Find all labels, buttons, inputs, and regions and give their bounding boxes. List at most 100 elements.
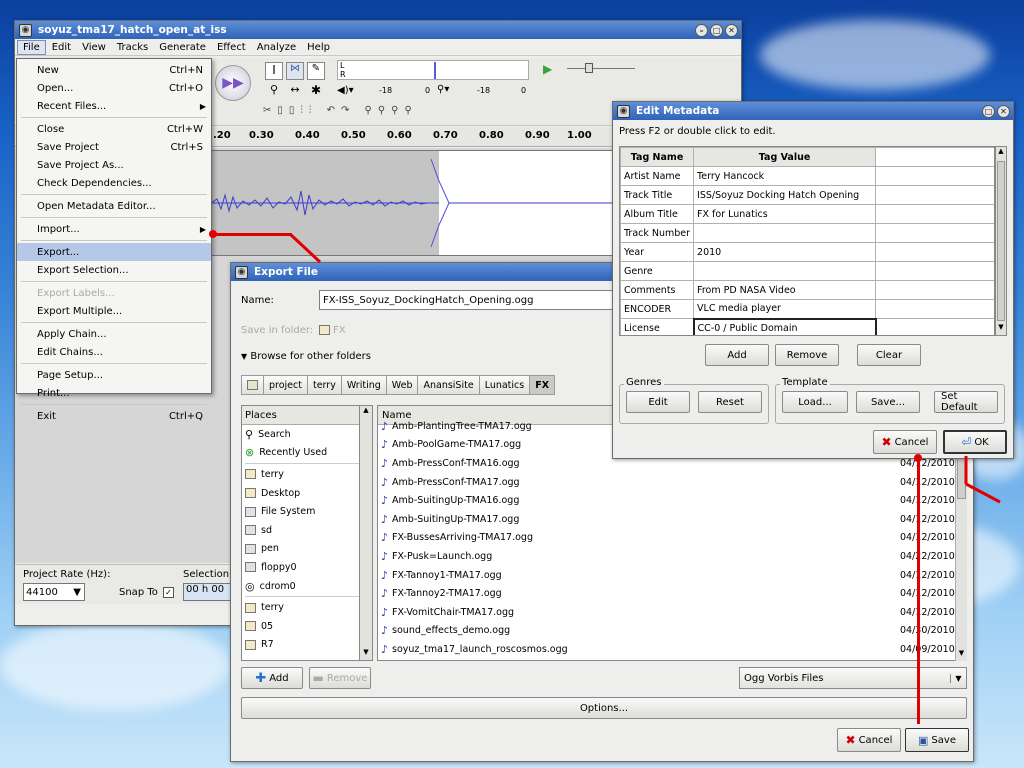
path-crumb[interactable]: Web	[385, 375, 419, 395]
place-item[interactable]: ⊗ Recently Used	[242, 444, 372, 463]
minimize-icon[interactable]: –	[695, 23, 708, 37]
menu-effect[interactable]: Effect	[212, 41, 251, 54]
playback-meter[interactable]: L R	[337, 60, 529, 80]
template-load-button[interactable]: Load...	[782, 391, 848, 413]
menu-file[interactable]: File	[17, 39, 46, 55]
place-item[interactable]: floppy0	[242, 558, 372, 577]
metadata-row[interactable]: Genre	[620, 261, 994, 281]
file-menu-item[interactable]: Export...	[17, 243, 211, 261]
tag-value-cell[interactable]: CC-0 / Public Domain	[692, 317, 877, 335]
file-menu-item[interactable]: Edit Chains...	[17, 343, 211, 361]
menu-tracks[interactable]: Tracks	[112, 41, 153, 54]
edit-tool-icons[interactable]: ✂▯▯⫶⫶ ↶↷ ⚲⚲⚲⚲	[263, 105, 418, 116]
metadata-row[interactable]: Album Title FX for Lunatics	[620, 204, 994, 224]
path-crumb[interactable]: Lunatics	[478, 375, 531, 395]
path-crumb[interactable]: project	[263, 375, 308, 395]
place-item[interactable]: ◎ cdrom0	[242, 577, 372, 596]
timeshift-tool-icon[interactable]: ↔	[286, 83, 304, 101]
window-menu-icon[interactable]: ◉	[617, 104, 630, 118]
window-menu-icon[interactable]: ◉	[235, 265, 248, 279]
genres-reset-button[interactable]: Reset	[698, 391, 762, 413]
file-menu-item[interactable]: Export Labels...	[17, 284, 211, 302]
metadata-row[interactable]: Track Title ISS/Soyuz Docking Hatch Openi…	[620, 185, 994, 205]
set-default-button[interactable]: Set Default	[934, 391, 998, 413]
envelope-tool-icon[interactable]: ⋈	[286, 62, 304, 80]
metadata-scrollbar[interactable]: ▲ ▼	[995, 146, 1007, 336]
file-row[interactable]: ♪ FX-Tannoy2-TMA17.ogg 04/12/2010	[378, 584, 966, 603]
metadata-titlebar[interactable]: ◉ Edit Metadata □ ✕	[613, 102, 1013, 120]
browse-expander[interactable]: ▼ Browse for other folders	[241, 351, 371, 362]
tag-value-cell[interactable]: From PD NASA Video	[693, 280, 877, 300]
path-toggle-button[interactable]	[241, 375, 264, 395]
file-menu-item[interactable]: Save Project As...	[17, 156, 211, 174]
place-item[interactable]: pen	[242, 540, 372, 559]
tag-name-cell[interactable]: ENCODER	[620, 299, 695, 319]
metadata-remove-button[interactable]: Remove	[775, 344, 839, 366]
path-crumb[interactable]: terry	[306, 375, 342, 395]
export-save-button[interactable]: ▣ Save	[905, 728, 969, 752]
play-at-speed-button[interactable]: ▶	[543, 62, 559, 78]
file-row[interactable]: ♪ FX-VomitChair-TMA17.ogg 04/12/2010	[378, 603, 966, 622]
place-item[interactable]: terry	[242, 598, 372, 617]
place-item[interactable]: terry	[242, 465, 372, 484]
file-row[interactable]: ♪ Amb-SuitingUp-TMA16.ogg 04/12/2010	[378, 491, 966, 510]
scrollbar-thumb[interactable]	[997, 161, 1005, 321]
menu-analyze[interactable]: Analyze	[252, 41, 301, 54]
file-menu-item[interactable]: Export Multiple...	[17, 302, 211, 320]
tag-value-cell[interactable]: VLC media player	[693, 299, 877, 319]
file-type-select[interactable]: Ogg Vorbis Files ▼	[739, 667, 967, 689]
selection-tool-icon[interactable]: I	[265, 62, 283, 80]
file-menu-item[interactable]: Open Metadata Editor...	[17, 197, 211, 215]
options-button[interactable]: Options...	[241, 697, 967, 719]
audacity-titlebar[interactable]: ◉ soyuz_tma17_hatch_open_at_iss – □ ✕	[15, 21, 741, 39]
tag-name-cell[interactable]: Comments	[620, 280, 695, 300]
menu-help[interactable]: Help	[302, 41, 335, 54]
tag-name-cell[interactable]: Track Number	[620, 223, 695, 243]
file-menu-item[interactable]: Exit Ctrl+Q	[17, 407, 211, 425]
metadata-cancel-button[interactable]: ✖ Cancel	[873, 430, 937, 454]
close-icon[interactable]: ✕	[997, 104, 1010, 118]
file-menu-item[interactable]: Close Ctrl+W	[17, 120, 211, 138]
speed-slider[interactable]	[567, 63, 635, 73]
tag-name-cell[interactable]: Album Title	[620, 204, 695, 224]
file-menu-item[interactable]: Export Selection...	[17, 261, 211, 279]
tag-name-cell[interactable]: License	[620, 318, 695, 335]
draw-tool-icon[interactable]: ✎	[307, 62, 325, 80]
filename-input[interactable]: FX-ISS_Soyuz_DockingHatch_Opening.ogg	[319, 290, 619, 310]
tag-name-cell[interactable]: Artist Name	[620, 166, 695, 186]
place-item[interactable]: R7	[242, 636, 372, 655]
file-menu-item[interactable]: Save Project Ctrl+S	[17, 138, 211, 156]
menu-view[interactable]: View	[77, 41, 111, 54]
tag-value-cell[interactable]: 2010	[693, 242, 877, 262]
file-menu-item[interactable]: Print...	[17, 384, 211, 402]
file-row[interactable]: ♪ sound_effects_demo.ogg 04/30/2010	[378, 622, 966, 641]
tag-name-cell[interactable]: Year	[620, 242, 695, 262]
scroll-up-icon[interactable]: ▲	[996, 147, 1006, 159]
place-item[interactable]: ⚲ Search	[242, 425, 372, 444]
file-row[interactable]: ♪ soyuz_tma17_launch_roscosmos.ogg 04/09/2…	[378, 640, 966, 659]
selection-start-field[interactable]: 00 h 00	[183, 583, 231, 601]
scroll-down-icon[interactable]: ▼	[956, 649, 967, 661]
tag-name-cell[interactable]: Track Title	[620, 185, 695, 205]
metadata-row[interactable]: Year 2010	[620, 242, 994, 262]
export-cancel-button[interactable]: ✖ Cancel	[837, 728, 901, 752]
skip-end-button[interactable]: ▶▶	[215, 65, 251, 101]
file-menu-item[interactable]: Page Setup...	[17, 366, 211, 384]
metadata-row[interactable]: Artist Name Terry Hancock	[620, 166, 994, 186]
file-menu-item[interactable]: Open... Ctrl+O	[17, 79, 211, 97]
metadata-row[interactable]: Comments From PD NASA Video	[620, 280, 994, 300]
place-item[interactable]: Desktop	[242, 484, 372, 503]
multi-tool-icon[interactable]: ✱	[307, 83, 325, 101]
window-menu-icon[interactable]: ◉	[19, 23, 32, 37]
add-place-button[interactable]: ✚ Add	[241, 667, 303, 689]
file-menu-item[interactable]: Apply Chain...	[17, 325, 211, 343]
path-crumb[interactable]: AnansiSite	[417, 375, 480, 395]
places-scrollbar[interactable]: ▲ ▼	[359, 405, 373, 661]
file-menu-item[interactable]: Import... ▶	[17, 220, 211, 238]
place-item[interactable]: 05	[242, 617, 372, 636]
template-save-button[interactable]: Save...	[856, 391, 920, 413]
tag-value-cell[interactable]: FX for Lunatics	[693, 204, 877, 224]
metadata-row[interactable]: License CC-0 / Public Domain	[620, 317, 994, 335]
path-crumb[interactable]: Writing	[340, 375, 387, 395]
metadata-grid[interactable]: Tag Name Tag Value Artist Name Terry Hanc…	[619, 146, 995, 336]
